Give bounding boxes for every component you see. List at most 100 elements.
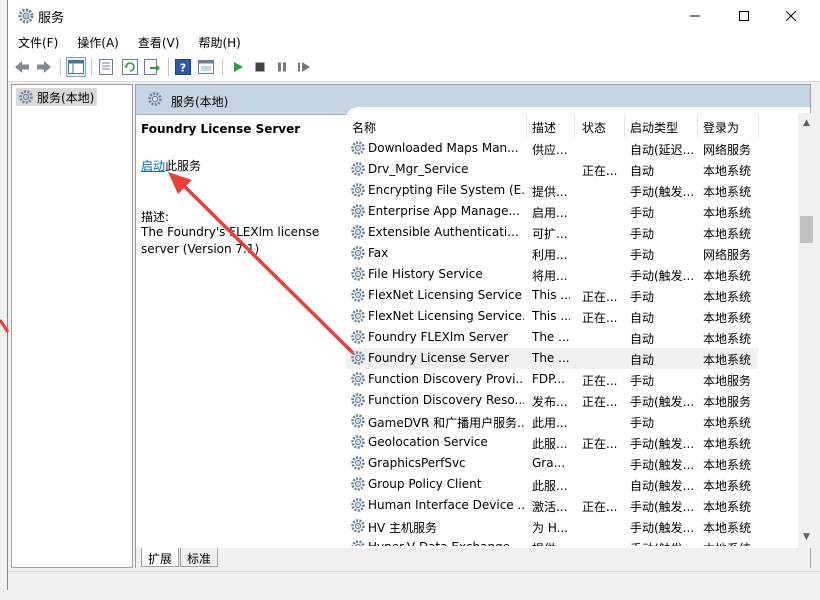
tab-extended[interactable]: 扩展 xyxy=(141,548,180,567)
toolbar-separator xyxy=(60,58,61,76)
service-startup-type-cell: 自动(触发... xyxy=(630,479,695,493)
column-header-logon-as[interactable]: 登录为 xyxy=(703,119,739,136)
table-row[interactable]: Extensible Authenticati... 可扩... 手动 本地系统 xyxy=(346,222,758,243)
pause-service-button[interactable] xyxy=(273,58,291,76)
service-startup-type-cell: 手动(触发... xyxy=(630,521,695,535)
service-name-cell: FlexNet Licensing Service... xyxy=(368,309,524,323)
table-row[interactable]: Enterprise App Manage... 启用... 手动 本地系统 xyxy=(346,201,758,222)
refresh-button[interactable] xyxy=(121,58,139,76)
tree-item-services-local[interactable]: 服务(本地) xyxy=(16,88,98,106)
service-startup-type-cell: 手动(触发... xyxy=(630,395,695,409)
service-gear-icon xyxy=(351,309,365,323)
table-row[interactable]: GraphicsPerfSvc Gra... 手动(触发... 本地系统 xyxy=(346,453,758,474)
scroll-up-arrow-icon[interactable]: ▲ xyxy=(798,115,815,132)
back-arrow-icon xyxy=(15,61,29,73)
table-row[interactable]: File History Service 将用... 手动(触发... 本地系统 xyxy=(346,264,758,285)
title-bar[interactable]: 服务 xyxy=(8,0,820,31)
menu-file[interactable]: 文件(F) xyxy=(8,34,67,51)
table-row[interactable]: Geolocation Service 此服... 正在... 手动(触发... 本地系… xyxy=(346,432,758,453)
services-list: 名称 描述 状态 启动类型 登录为 Downloaded Maps Man...… xyxy=(346,107,815,548)
column-divider[interactable] xyxy=(574,115,575,137)
column-divider[interactable] xyxy=(526,115,527,137)
start-service-link[interactable]: 启动 xyxy=(141,159,165,173)
service-status-cell: 正在... xyxy=(582,437,618,451)
back-button[interactable] xyxy=(13,58,31,76)
menu-view[interactable]: 查看(V) xyxy=(128,34,189,51)
service-startup-type-cell: 手动(触发... xyxy=(630,458,695,472)
service-description-cell: The ... xyxy=(532,351,570,365)
service-logon-cell: 本地系统 xyxy=(703,185,752,199)
stop-service-button[interactable] xyxy=(251,58,269,76)
service-status-cell: 正在... xyxy=(582,290,618,304)
forward-button[interactable] xyxy=(35,58,53,76)
service-description-cell: 将用... xyxy=(532,269,568,283)
service-logon-cell: 本地系统 xyxy=(703,290,752,304)
service-startup-type-cell: 自动 xyxy=(630,353,655,367)
column-divider[interactable] xyxy=(697,115,698,137)
service-name-cell: Human Interface Device ... xyxy=(368,498,524,512)
mmc-view-button[interactable] xyxy=(197,58,215,76)
table-row[interactable]: Foundry License Server The ... 自动 本地系统 xyxy=(346,348,758,369)
service-startup-type-cell: 手动(触发... xyxy=(630,500,695,514)
column-header-name[interactable]: 名称 xyxy=(352,119,376,136)
table-row[interactable]: Fax 利用... 手动 网络服务 xyxy=(346,243,758,264)
help-button[interactable]: ? xyxy=(174,58,192,76)
column-header-startup-type[interactable]: 启动类型 xyxy=(630,119,678,136)
table-row[interactable]: FlexNet Licensing Service... This ... 正在..… xyxy=(346,306,758,327)
service-description-cell: 利用... xyxy=(532,248,568,262)
service-description-cell: The ... xyxy=(532,330,570,344)
table-row[interactable]: Encrypting File System (E... 提供... 手动(触发..… xyxy=(346,180,758,201)
table-row[interactable]: Function Discovery Provi... FDP... 正在... 手动… xyxy=(346,369,758,390)
close-button[interactable] xyxy=(768,0,814,31)
column-divider[interactable] xyxy=(624,115,625,137)
service-gear-icon xyxy=(351,183,365,197)
table-row[interactable]: Hyper-V Data Exchange ... 提供... 手动(触发... 本地… xyxy=(346,537,758,546)
properties-button[interactable] xyxy=(97,58,115,76)
service-gear-icon xyxy=(351,372,365,386)
pane-header-title: 服务(本地) xyxy=(171,95,229,109)
scroll-down-arrow-icon[interactable]: ▼ xyxy=(798,529,815,546)
service-name-cell: Downloaded Maps Man... xyxy=(368,141,519,155)
service-logon-cell: 本地系统 xyxy=(703,332,752,346)
forward-arrow-icon xyxy=(37,61,51,73)
start-service-button[interactable] xyxy=(229,58,247,76)
window-title: 服务 xyxy=(38,11,65,26)
status-bar xyxy=(8,571,820,588)
table-row[interactable]: Drv_Mgr_Service 正在... 自动 本地系统 xyxy=(346,159,758,180)
table-row[interactable]: Downloaded Maps Man... 供应... 自动(延迟... 网络服务 xyxy=(346,138,758,159)
scrollbar-thumb[interactable] xyxy=(800,216,813,243)
table-row[interactable]: Group Policy Client 此服... 自动(触发... 本地系统 xyxy=(346,474,758,495)
services-window: 服务 文件(F) 操作(A) 查看(V) 帮助(H) ? 服务(本地) 服务(本… xyxy=(7,0,820,590)
service-status-cell: 正在... xyxy=(582,164,618,178)
maximize-button[interactable] xyxy=(721,0,767,31)
service-logon-cell: 本地系统 xyxy=(703,500,752,514)
restart-service-button[interactable] xyxy=(295,58,313,76)
service-name-cell: GameDVR 和广播用户服务... xyxy=(368,416,524,430)
toolbar-separator xyxy=(168,58,169,76)
services-gear-icon xyxy=(148,92,162,106)
table-row[interactable]: Function Discovery Reso... 发布... 正在... 手动(触… xyxy=(346,390,758,411)
service-description-cell: FDP... xyxy=(532,372,565,386)
properties-icon xyxy=(99,59,113,75)
menu-action[interactable]: 操作(A) xyxy=(67,34,128,51)
show-hide-console-tree-button[interactable] xyxy=(66,57,86,77)
column-header-status[interactable]: 状态 xyxy=(582,119,606,136)
tab-standard[interactable]: 标准 xyxy=(180,548,219,567)
export-icon xyxy=(144,59,160,75)
column-header-description[interactable]: 描述 xyxy=(532,119,556,136)
services-gear-icon xyxy=(19,90,33,104)
vertical-scrollbar[interactable]: ▲ ▼ xyxy=(798,113,815,548)
services-rows: Downloaded Maps Man... 供应... 自动(延迟... 网络服务 D… xyxy=(346,138,796,546)
table-row[interactable]: Foundry FLEXlm Server The ... 自动 本地系统 xyxy=(346,327,758,348)
minimize-button[interactable] xyxy=(672,0,718,31)
column-divider[interactable] xyxy=(758,115,759,137)
service-startup-type-cell: 手动 xyxy=(630,248,655,262)
service-name-cell: Encrypting File System (E... xyxy=(368,183,524,197)
export-list-button[interactable] xyxy=(143,58,161,76)
table-row[interactable]: GameDVR 和广播用户服务... 此用... 手动 本地系统 xyxy=(346,411,758,432)
pause-icon xyxy=(278,62,286,72)
table-row[interactable]: HV 主机服务 为 H... 手动(触发... 本地系统 xyxy=(346,516,758,537)
table-row[interactable]: FlexNet Licensing Service This ... 正在... 手动… xyxy=(346,285,758,306)
menu-help[interactable]: 帮助(H) xyxy=(188,34,249,51)
table-row[interactable]: Human Interface Device ... 激活... 正在... 手动(触… xyxy=(346,495,758,516)
